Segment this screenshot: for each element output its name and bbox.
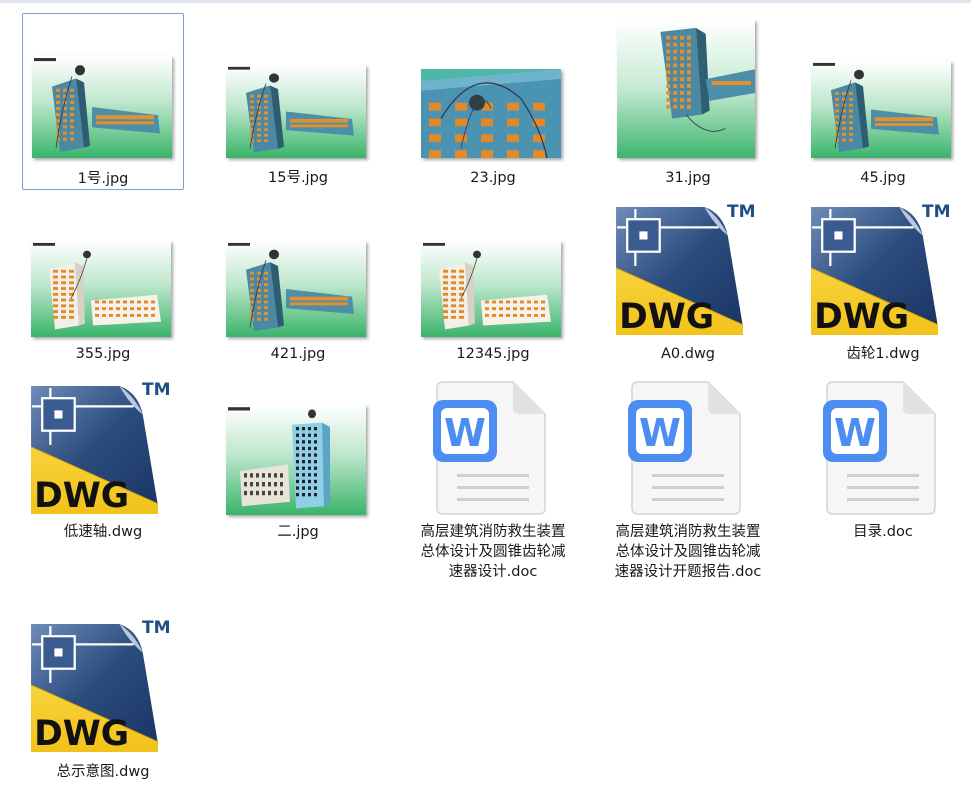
file-name-label: 高层建筑消防救生装置总体设计及圆锥齿轮减速器设计开题报告.doc <box>614 524 762 580</box>
dwg-label: DWG <box>814 297 909 337</box>
file-name-label: 高层建筑消防救生装置总体设计及圆锥齿轮减速器设计.doc <box>420 524 566 580</box>
dwg-label: DWG <box>34 714 129 754</box>
file-item-dwg[interactable]: TM DWG 总示意图.dwg <box>22 612 184 784</box>
file-name-label: 45.jpg <box>860 170 906 186</box>
dwg-file-icon: DWG <box>28 378 160 522</box>
image-thumbnail <box>421 241 561 337</box>
word-doc-icon: W <box>818 378 940 518</box>
dwg-file-icon: DWG <box>808 200 940 342</box>
file-item-jpg[interactable]: 355.jpg <box>22 198 184 366</box>
dwg-label: DWG <box>619 297 714 337</box>
file-name-label: 低速轴.dwg <box>63 524 143 540</box>
file-name-label: 二.jpg <box>277 524 319 540</box>
svg-text:W: W <box>639 411 681 455</box>
image-thumbnail <box>32 56 172 158</box>
file-name-label: 1号.jpg <box>77 171 129 187</box>
window-top-border <box>0 0 971 3</box>
file-item-jpg[interactable]: 31.jpg <box>607 13 769 190</box>
file-item-jpg[interactable]: 15号.jpg <box>217 13 379 190</box>
image-thumbnail <box>226 405 366 515</box>
file-name-label: 目录.doc <box>853 524 913 540</box>
file-item-jpg[interactable]: 421.jpg <box>217 198 379 366</box>
file-item-jpg[interactable]: 45.jpg <box>802 13 964 190</box>
file-name-label: 355.jpg <box>75 346 131 362</box>
file-item-jpg[interactable]: 23.jpg <box>412 13 574 190</box>
image-thumbnail <box>617 20 755 158</box>
file-name-label: 23.jpg <box>470 170 516 186</box>
file-name-label: 齿轮1.dwg <box>846 346 920 362</box>
file-name-label: 15号.jpg <box>268 170 328 186</box>
file-name-label: 421.jpg <box>270 346 326 362</box>
file-name-label: 12345.jpg <box>456 346 530 362</box>
image-thumbnail <box>226 65 366 158</box>
image-thumbnail <box>31 241 171 337</box>
image-thumbnail <box>421 69 561 158</box>
file-item-doc[interactable]: W 高层建筑消防救生装置总体设计及圆锥齿轮减速器设计开题报告.doc <box>607 376 769 606</box>
file-item-doc[interactable]: W 目录.doc <box>802 376 964 542</box>
file-name-label: A0.dwg <box>660 346 716 362</box>
dwg-file-icon: DWG <box>28 616 160 760</box>
dwg-label: DWG <box>34 476 129 516</box>
word-doc-icon: W <box>623 378 745 518</box>
file-item-jpg[interactable]: 12345.jpg <box>412 198 574 366</box>
file-item-dwg[interactable]: TM DWG A0.dwg <box>607 198 769 366</box>
image-thumbnail <box>226 241 366 337</box>
image-thumbnail <box>811 61 951 158</box>
dwg-file-icon: DWG <box>613 200 745 342</box>
word-doc-icon: W <box>428 378 550 518</box>
file-item-dwg[interactable]: TM DWG 齿轮1.dwg <box>802 198 964 366</box>
file-item-dwg[interactable]: TM DWG 低速轴.dwg <box>22 376 184 542</box>
file-item-jpg[interactable]: 1号.jpg <box>22 13 184 190</box>
svg-text:W: W <box>834 411 876 455</box>
file-item-doc[interactable]: W 高层建筑消防救生装置总体设计及圆锥齿轮减速器设计.doc <box>412 376 574 586</box>
svg-text:W: W <box>444 411 486 455</box>
file-name-label: 总示意图.dwg <box>56 764 150 780</box>
file-item-jpg[interactable]: 二.jpg <box>217 376 379 542</box>
file-name-label: 31.jpg <box>665 170 711 186</box>
